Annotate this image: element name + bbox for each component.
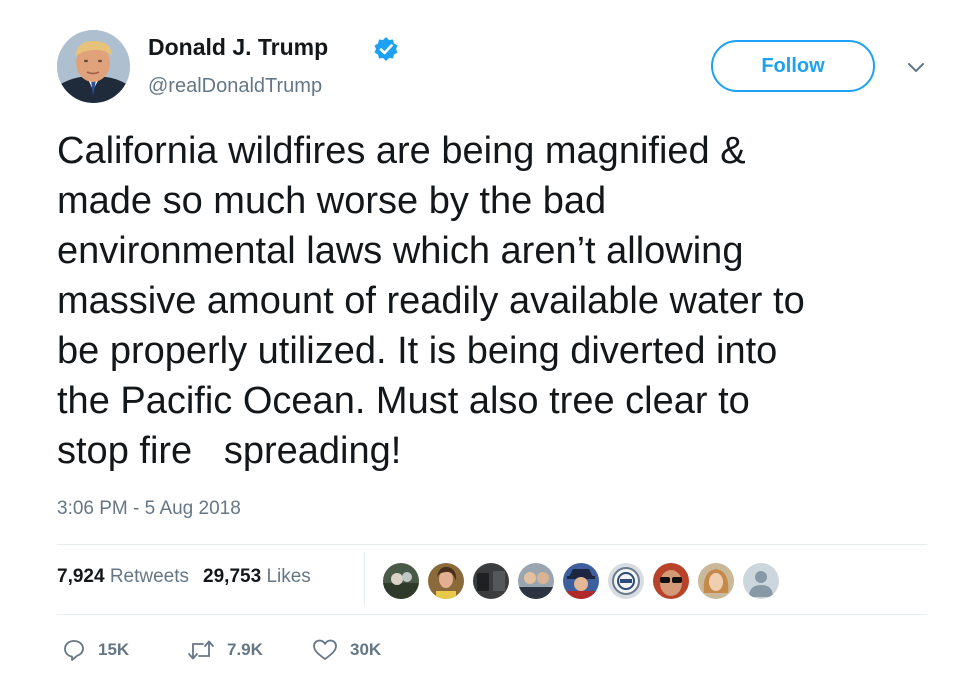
chevron-down-icon[interactable] [905,56,927,78]
liker-avatar-image [473,563,509,599]
author-display-name[interactable]: Donald J. Trump [148,34,328,61]
likes-count: 29,753 [203,566,262,587]
default-user-icon [743,563,779,599]
liker-avatar-default[interactable] [742,562,780,600]
author-avatar[interactable] [57,30,130,103]
liker-avatar-8[interactable] [697,562,735,600]
avatar-image [57,30,130,103]
liker-avatar-image [563,563,599,599]
like-action[interactable]: 30K [312,636,381,664]
reply-icon [64,640,84,661]
retweets-stat[interactable]: 7,924 Retweets [57,566,189,587]
stats-divider [364,552,365,606]
like-count: 30K [350,640,382,659]
author-handle[interactable]: @realDonaldTrump [148,75,322,98]
liker-avatar-2[interactable] [427,562,465,600]
retweet-icon [188,640,214,660]
liker-avatar-7[interactable] [652,562,690,600]
divider-bottom [57,614,927,615]
liker-avatar-3[interactable] [472,562,510,600]
likes-stat[interactable]: 29,753 Likes [203,566,311,587]
engagement-stats: 7,924 Retweets 29,753 Likes [57,566,311,588]
divider-top [57,544,927,545]
liker-avatar-image [428,563,464,599]
liker-avatar-4[interactable] [517,562,555,600]
liker-avatar-image [518,563,554,599]
liker-avatar-6[interactable] [607,562,645,600]
reply-count: 15K [98,640,130,659]
retweet-action[interactable]: 7.9K [187,636,263,664]
liker-avatar-5[interactable] [562,562,600,600]
liker-avatar-image [653,563,689,599]
follow-button[interactable]: Follow [711,40,875,92]
reply-action[interactable]: 15K [62,636,129,664]
retweets-label: Retweets [109,566,190,587]
likes-label: Likes [266,566,311,587]
liker-avatar-image [383,563,419,599]
liker-avatar-image [698,563,734,599]
retweet-count: 7.9K [227,640,263,659]
tweet-card: Donald J. Trump @realDonaldTrump Follow … [0,0,980,677]
heart-icon [313,639,337,660]
retweets-count: 7,924 [57,566,105,587]
verified-badge-icon [374,37,398,61]
tweet-timestamp[interactable]: 3:06 PM - 5 Aug 2018 [57,498,241,520]
liker-avatar-1[interactable] [382,562,420,600]
tweet-text: California wildfires are being magnified… [57,130,805,472]
liker-avatar-image [608,563,644,599]
